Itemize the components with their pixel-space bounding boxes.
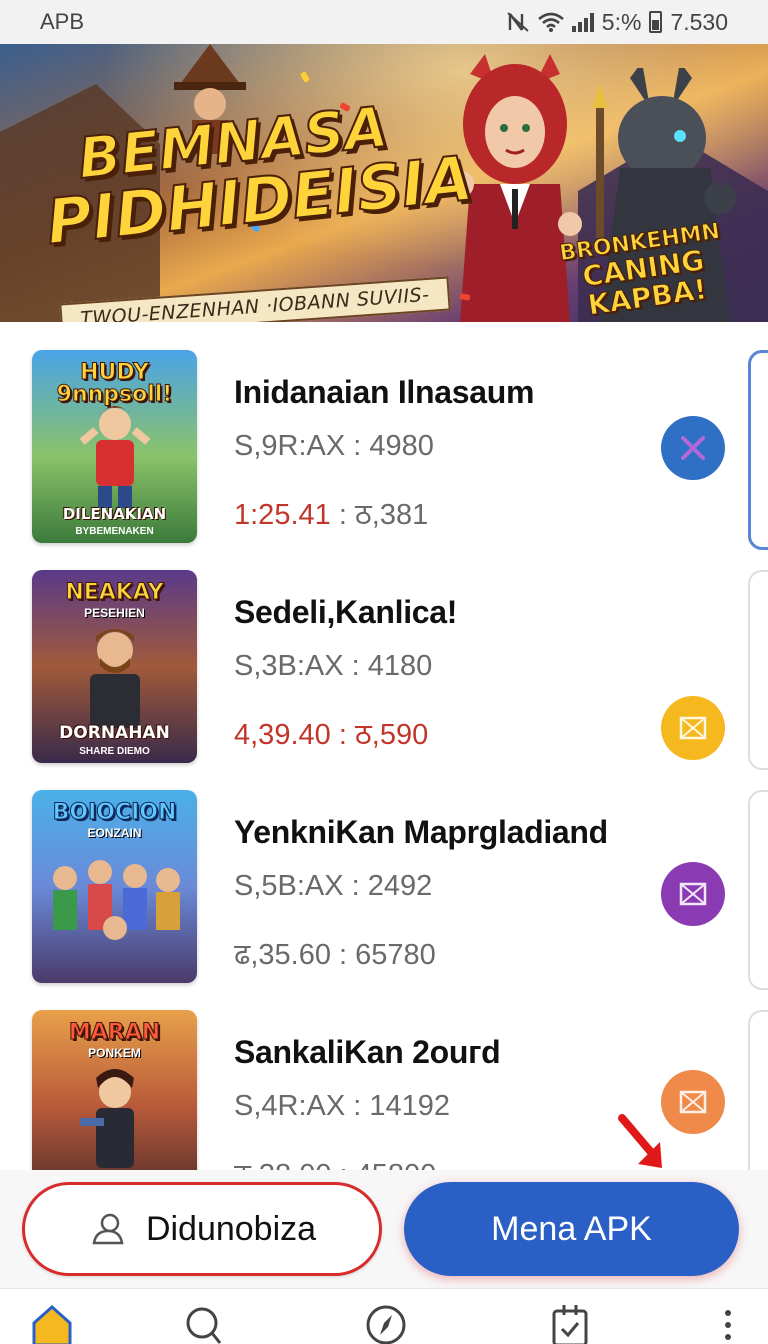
nfc-off-icon [507,12,529,32]
thumbnail-subtitle: PESEHIEN [84,606,145,620]
signal-icon [571,12,594,32]
close-button[interactable] [661,416,725,480]
game-price: ठ.38.00 : 45800 [234,1154,436,1170]
thumbnail-subtitle: PONKEM [88,1046,141,1060]
bottom-action-bar: Didunobiza Mena APK [0,1170,768,1288]
battery-icon [649,11,663,33]
thumbnail-caption: DORNAHAN [59,723,170,743]
status-icons: 5:% 7.530 [506,9,728,36]
mail-button[interactable] [661,696,725,760]
game-title[interactable]: SankaliKan 2ouгd [234,1034,501,1071]
game-price: 1:25.41 : ठ,381 [234,499,429,531]
thumbnail-title: MARAN [68,1020,161,1045]
close-icon [681,436,705,460]
thumbnail-caption: DILENAKIAN [62,505,167,523]
mail-icon [679,882,707,906]
thumbnail-caption-small: BYBEMENAKEN [75,526,154,537]
status-bar: APB 5:% 7.530 [0,0,768,44]
game-stat: S,9R:AX : 4980 [234,430,434,462]
game-title[interactable]: YenkniKan Maprgladiand [234,814,608,851]
game-stat: S,3B:AX : 4180 [234,650,433,682]
more-icon[interactable] [716,1301,740,1344]
thumbnail-title: HUDY 9nnpsoll! [56,360,173,407]
apk-button[interactable]: Mena APK [404,1182,739,1276]
user-icon [92,1213,124,1245]
profile-button[interactable]: Didunobiza [22,1182,382,1276]
game-thumbnail[interactable]: MARAN PONKEM [32,1010,197,1170]
search-icon[interactable] [182,1301,226,1344]
list-item[interactable]: HUDY 9nnpsoll! DILENAKIAN BYBEMENAKEN In… [0,322,768,543]
game-stat: S,4R:AX : 14192 [234,1090,451,1122]
thumbnail-character-illustration [79,406,150,508]
game-thumbnail[interactable]: NEAKAY PESEHIEN DORNAHAN SHARE DIEMO [32,570,197,763]
game-thumbnail[interactable]: HUDY 9nnpsoll! DILENAKIAN BYBEMENAKEN [32,350,197,543]
thumbnail-character-illustration [89,629,140,728]
game-title[interactable]: Sedeli,Kanlica! [234,594,457,631]
thumbnail-title: NEAKAY [65,580,164,605]
game-stat: S,5B:AX : 2492 [234,870,433,902]
clock: 7.530 [670,8,728,35]
mail-button[interactable] [661,862,725,926]
apk-button-label: Mena APK [491,1209,652,1248]
game-price: ढ,35.60 : 65780 [234,939,436,971]
carrier-label: APB [40,9,85,34]
compass-icon[interactable] [364,1301,408,1344]
game-price: 4,39.40 : ठ,590 [234,719,429,751]
bottom-navigation [0,1288,768,1344]
list-item[interactable]: BOIOCION EONZAIN YenkniKan Maprgladiand … [0,762,768,983]
profile-button-label: Didunobiza [145,1209,317,1248]
list-item[interactable]: NEAKAY PESEHIEN DORNAHAN SHARE DIEMO Sed… [0,542,768,763]
game-thumbnail[interactable]: BOIOCION EONZAIN [32,790,197,983]
game-list: HUDY 9nnpsoll! DILENAKIAN BYBEMENAKEN In… [0,322,768,1170]
mail-icon [679,1090,707,1114]
mail-icon [679,716,707,740]
thumbnail-caption-small: SHARE DIEMO [79,746,150,757]
wifi-icon [537,12,564,32]
thumbnail-character-illustration [79,1069,134,1168]
battery-percent: 5:% [601,8,642,35]
pointer-arrow-icon [618,1114,662,1168]
home-icon[interactable] [30,1301,74,1344]
promo-banner[interactable]: BEMNASA PIDHIDEISIA TWOU-ENZENHAN ·IOBAN… [0,44,768,322]
download-icon[interactable] [548,1301,592,1344]
game-title[interactable]: Inidanaian Ilnasaum [234,374,534,411]
thumbnail-title: BOIOCION [52,800,177,825]
thumbnail-subtitle: EONZAIN [87,826,142,840]
thumbnail-group-illustration [52,860,180,940]
